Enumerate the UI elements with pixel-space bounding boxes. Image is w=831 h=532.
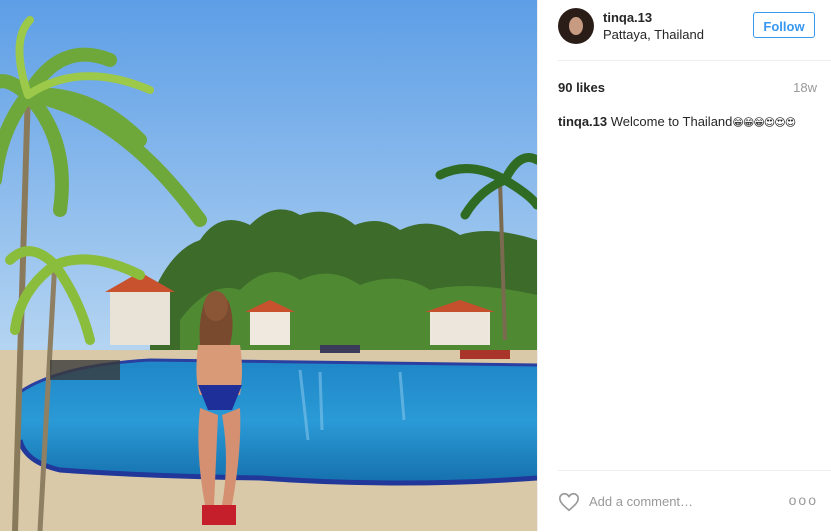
heart-outline-icon[interactable] — [558, 491, 580, 513]
caption-username[interactable]: tinqa.13 — [558, 114, 607, 129]
post-viewer: tinqa.13 Pattaya, Thailand Follow 90 lik… — [0, 0, 831, 531]
follow-button[interactable]: Follow — [753, 12, 815, 38]
comment-input[interactable] — [589, 491, 779, 511]
avatar[interactable] — [558, 8, 594, 44]
location-link[interactable]: Pattaya, Thailand — [603, 27, 704, 42]
post-photo[interactable] — [0, 0, 537, 531]
username-link[interactable]: tinqa.13 — [603, 10, 652, 25]
caption: tinqa.13 Welcome to Thailand😁😁😁😍😍😍 — [558, 113, 828, 132]
comment-bar: ooo — [558, 470, 831, 532]
caption-text: Welcome to Thailand — [610, 114, 733, 129]
post-details-panel: tinqa.13 Pattaya, Thailand Follow 90 lik… — [537, 0, 831, 531]
more-options-icon[interactable]: ooo — [789, 493, 818, 507]
likes-count[interactable]: 90 likes — [558, 80, 605, 95]
caption-emoji: 😁😁😁😍😍😍 — [732, 117, 796, 129]
post-age[interactable]: 18w — [793, 80, 817, 95]
photo-image — [0, 0, 537, 531]
